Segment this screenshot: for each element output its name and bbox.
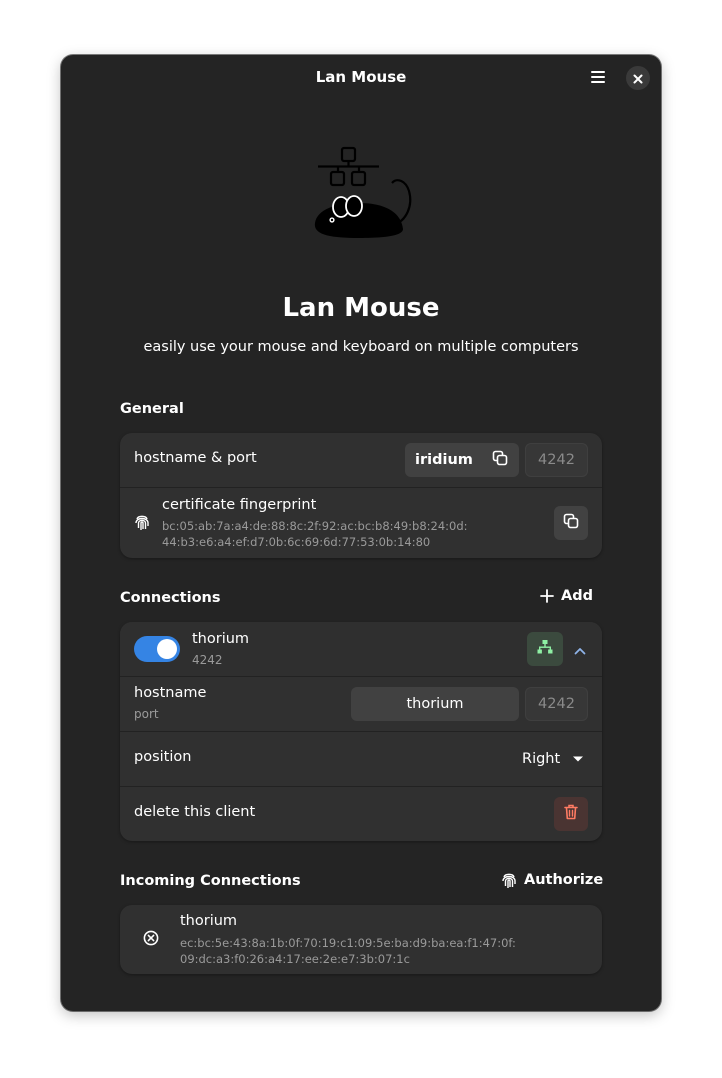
app-window: Lan Mouse Lan Mouse easily use your mous… — [61, 55, 661, 1011]
incoming-connection-row: thorium ec:bc:5e:43:8a:1b:0f:70:19:c1:09… — [120, 905, 602, 974]
network-wired-icon — [537, 639, 553, 659]
collapse-client-button[interactable] — [570, 639, 590, 659]
client-header-row[interactable]: thorium 4242 — [120, 622, 602, 676]
fingerprint-icon — [501, 871, 517, 889]
client-card: thorium 4242 hostname port thorium 4242 … — [120, 622, 602, 841]
client-hostname-row: hostname port thorium 4242 — [120, 677, 602, 731]
hostname-port-label: hostname & port — [134, 450, 257, 466]
switch-knob — [157, 639, 177, 659]
client-port: 4242 — [192, 653, 223, 667]
client-port-label: port — [134, 707, 159, 721]
client-port-input[interactable]: 4242 — [525, 687, 588, 721]
connection-status-indicator — [527, 632, 563, 666]
close-window-button[interactable] — [626, 66, 650, 90]
copy-fingerprint-button[interactable] — [554, 506, 588, 540]
add-client-button[interactable]: Add — [540, 588, 593, 604]
general-section-title: General — [120, 401, 184, 417]
position-value: Right — [522, 751, 561, 767]
incoming-section-title: Incoming Connections — [120, 873, 301, 889]
delete-client-label: delete this client — [134, 804, 256, 820]
trash-icon — [564, 804, 578, 824]
authorize-label: Authorize — [524, 872, 604, 888]
copy-hostname-button[interactable] — [489, 449, 511, 471]
authorize-button[interactable]: Authorize — [501, 871, 603, 889]
hamburger-menu-icon — [590, 69, 606, 88]
client-hostname-label: hostname — [134, 685, 207, 701]
add-client-label: Add — [561, 588, 593, 604]
copy-icon — [563, 513, 579, 533]
close-icon — [633, 69, 643, 88]
fingerprint-row: certificate fingerprint bc:05:ab:7a:a4:d… — [120, 488, 602, 558]
chevron-up-icon — [574, 640, 586, 659]
main-menu-button[interactable] — [585, 65, 611, 91]
plus-icon — [540, 589, 554, 603]
incoming-card: thorium ec:bc:5e:43:8a:1b:0f:70:19:c1:09… — [120, 905, 602, 974]
connections-section-title: Connections — [120, 590, 221, 606]
app-description: easily use your mouse and keyboard on mu… — [143, 339, 579, 355]
client-port-placeholder: 4242 — [538, 696, 575, 712]
client-hostname-value: thorium — [406, 696, 464, 712]
hostname-value: iridium — [415, 452, 473, 468]
fingerprint-line-2: 44:b3:e6:a4:ef:d7:0b:6c:69:6d:77:53:0b:1… — [162, 535, 431, 549]
client-hostname-input[interactable]: thorium — [351, 687, 519, 721]
client-delete-row: delete this client — [120, 787, 602, 841]
circle-x-icon — [143, 930, 159, 950]
app-logo — [309, 143, 415, 243]
incoming-client-name: thorium — [180, 913, 238, 929]
client-position-row: position Right — [120, 732, 602, 786]
fingerprint-label: certificate fingerprint — [162, 497, 317, 513]
general-card: hostname & port iridium 4242 certificate… — [120, 433, 602, 558]
local-port-field[interactable]: 4242 — [525, 443, 588, 477]
incoming-fingerprint-line-1: ec:bc:5e:43:8a:1b:0f:70:19:c1:09:5e:ba:d… — [180, 936, 516, 950]
fingerprint-icon — [134, 513, 150, 535]
position-dropdown[interactable]: Right — [522, 742, 584, 776]
client-position-label: position — [134, 749, 192, 765]
fingerprint-line-1: bc:05:ab:7a:a4:de:88:8c:2f:92:ac:bc:b8:4… — [162, 519, 468, 533]
header-bar: Lan Mouse — [61, 55, 661, 101]
window-title: Lan Mouse — [315, 68, 407, 86]
hostname-port-row: hostname & port iridium 4242 — [120, 433, 602, 487]
client-enable-switch[interactable] — [134, 636, 180, 662]
revoke-connection-button[interactable] — [140, 929, 162, 951]
app-name: Lan Mouse — [282, 293, 440, 323]
client-name: thorium — [192, 631, 250, 647]
pan-down-icon — [572, 755, 584, 763]
local-port-placeholder: 4242 — [538, 452, 575, 468]
delete-client-button[interactable] — [554, 797, 588, 831]
copy-icon — [492, 450, 508, 470]
incoming-fingerprint-line-2: 09:dc:a3:f0:26:a4:17:ee:2e:e7:3b:07:1c — [180, 952, 410, 966]
